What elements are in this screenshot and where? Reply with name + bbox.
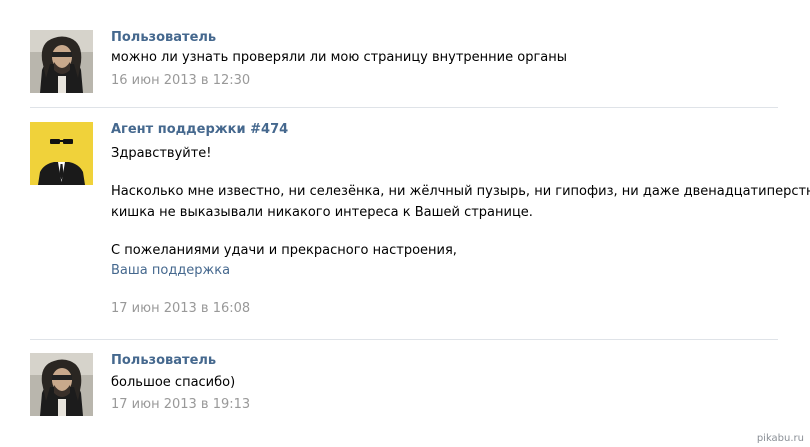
support-signature-link[interactable]: Ваша поддержка: [111, 263, 780, 279]
message-date-link[interactable]: 17 июн 2013 в 16:08: [111, 301, 780, 317]
message-date-link[interactable]: 17 июн 2013 в 19:13: [111, 397, 780, 413]
message-content: Пользователь можно ли узнать проверяли л…: [111, 30, 780, 89]
message-greeting: Здравствуйте!: [111, 146, 212, 161]
message-text: большое спасибо): [111, 375, 236, 390]
message-closing: С пожеланиями удачи и прекрасного настро…: [111, 243, 457, 258]
support-agent-avatar-icon: [30, 122, 93, 185]
message-body-line: Насколько мне известно, ни селезёнка, ни…: [111, 184, 810, 199]
support-thread: Пользователь можно ли узнать проверяли л…: [0, 0, 810, 447]
user-avatar[interactable]: [30, 353, 93, 416]
user-photo-avatar-icon: [30, 353, 93, 416]
message-author-link[interactable]: Пользователь: [111, 353, 780, 369]
user-avatar[interactable]: [30, 30, 93, 93]
message-author-link[interactable]: Пользователь: [111, 30, 780, 46]
message-divider: [30, 107, 778, 108]
message-divider: [30, 339, 778, 340]
message-author-link[interactable]: Агент поддержки #474: [111, 122, 780, 138]
message-text: можно ли узнать проверяли ли мою страниц…: [111, 50, 568, 65]
message-body-line: кишка не выказывали никакого интереса к …: [111, 205, 533, 220]
agent-avatar[interactable]: [30, 122, 93, 185]
message-content: Пользователь большое спасибо) 17 июн 201…: [111, 353, 780, 413]
pikabu-watermark: pikabu.ru: [756, 433, 804, 444]
message-content: Агент поддержки #474 Здравствуйте! Наско…: [111, 122, 810, 317]
message-date-link[interactable]: 16 июн 2013 в 12:30: [111, 73, 780, 89]
user-photo-avatar-icon: [30, 30, 93, 93]
